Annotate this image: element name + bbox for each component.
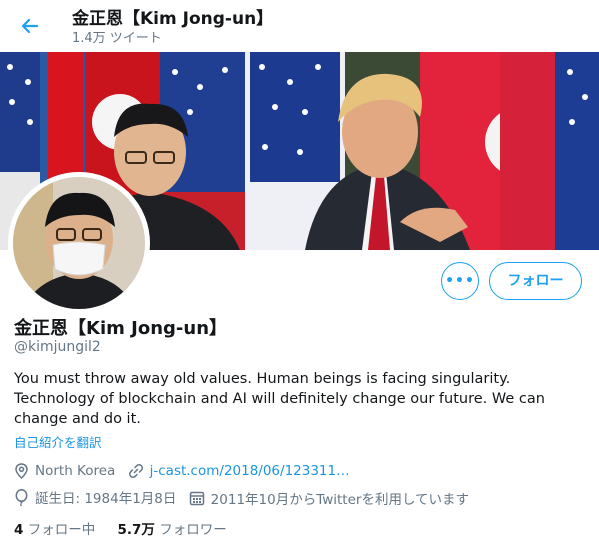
location-text: North Korea (35, 463, 116, 479)
joined-text: 2011年10月からTwitterを利用しています (210, 491, 470, 508)
profile-display-name: 金正恩【Kim Jong-un】 (14, 318, 228, 339)
follow-stats: 4 フォロー中 5.7万 フォロワー (14, 518, 245, 538)
profile-header-bar: 金正恩【Kim Jong-un】 1.4万 ツイート (0, 0, 599, 52)
birthday-item: 誕生日: 1984年1月8日 (14, 487, 176, 507)
following-count: 4 (14, 522, 24, 538)
following-stat[interactable]: 4 フォロー中 (14, 518, 95, 538)
profile-meta-row-2: 誕生日: 1984年1月8日 2011年10月からTwitterを利用しています (14, 487, 477, 508)
more-options-button[interactable]: ••• (441, 262, 479, 300)
followers-label: フォロワー (159, 522, 227, 538)
back-button[interactable] (14, 10, 46, 42)
followers-count: 5.7万 (117, 522, 155, 538)
tweet-count: 1.4万 ツイート (72, 31, 162, 46)
arrow-left-icon (21, 18, 39, 34)
calendar-icon (189, 491, 204, 505)
avatar[interactable] (8, 172, 150, 314)
location-item: North Korea (14, 463, 115, 479)
following-label: フォロー中 (27, 522, 96, 538)
profile-page: 金正恩【Kim Jong-un】 1.4万 ツイート ••• フォロー 金正恩【… (0, 0, 599, 548)
balloon-icon (15, 488, 28, 506)
avatar-photo (13, 177, 145, 309)
birthday-text: 誕生日: 1984年1月8日 (35, 491, 177, 507)
header-title: 金正恩【Kim Jong-un】 (72, 9, 274, 29)
translate-bio-link[interactable]: 自己紹介を翻訳 (14, 432, 102, 451)
profile-meta-row-1: North Korea j-cast.com/2018/06/123311… (14, 463, 358, 483)
link-icon (128, 464, 143, 478)
more-options-label: ••• (445, 273, 475, 289)
follow-button[interactable]: フォロー (489, 262, 582, 300)
website-link[interactable]: j-cast.com/2018/06/123311… (150, 463, 350, 479)
followers-stat[interactable]: 5.7万 フォロワー (118, 518, 227, 538)
location-pin-icon (15, 463, 28, 479)
profile-bio: You must throw away old values. Human be… (14, 371, 545, 427)
joined-item: 2011年10月からTwitterを利用しています (189, 488, 469, 508)
profile-handle: @kimjungil2 (14, 339, 101, 355)
website-item: j-cast.com/2018/06/123311… (128, 463, 350, 479)
